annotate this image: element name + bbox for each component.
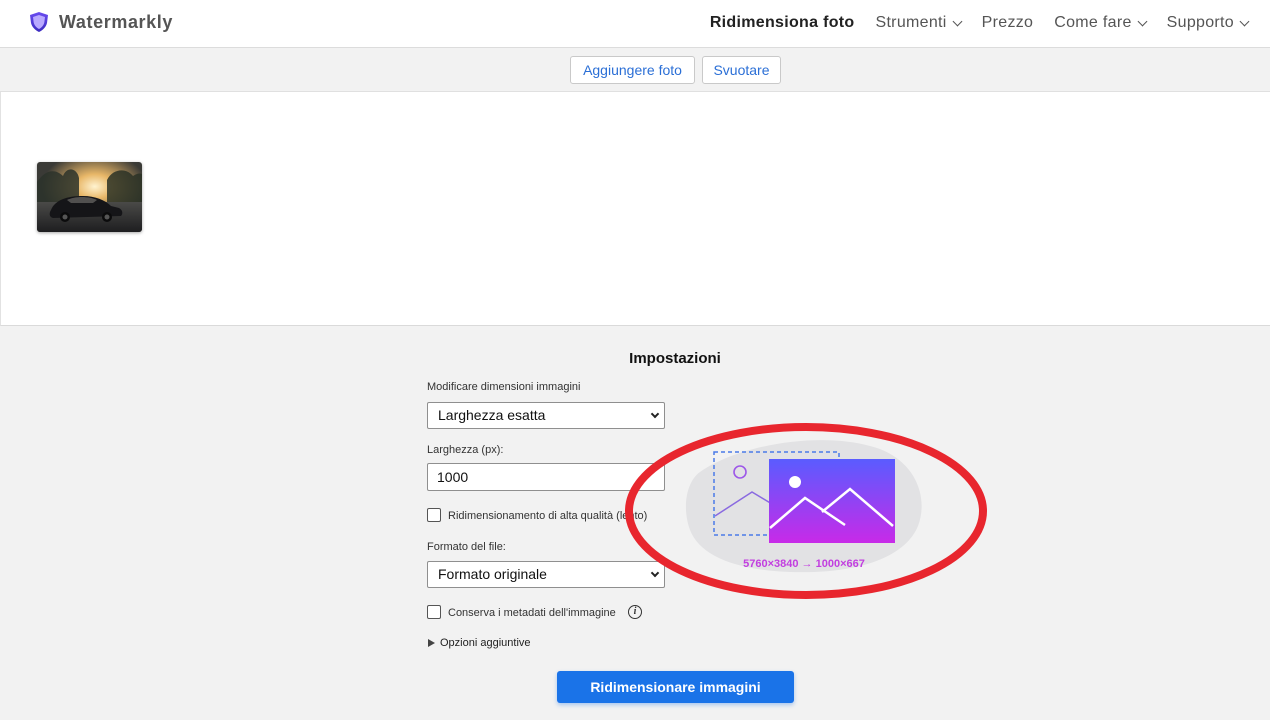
photo-toolbar: Aggiungere foto Svuotare: [0, 48, 1270, 92]
original-size-frame: [713, 451, 840, 536]
more-options-toggle[interactable]: Opzioni aggiuntive: [428, 637, 531, 649]
nav-tools-label: Strumenti: [875, 14, 947, 31]
resize-mode-value: Larghezza esatta: [438, 407, 546, 423]
file-format-select[interactable]: Formato originale: [427, 561, 665, 588]
chevron-down-icon: [1137, 16, 1148, 26]
high-quality-checkbox[interactable]: [427, 508, 441, 522]
resized-image-icon: [769, 459, 895, 543]
main-nav: Ridimensiona foto Strumenti Prezzo Come …: [689, 13, 1250, 33]
original-sun-icon: [733, 465, 747, 479]
resize-mode-select[interactable]: Larghezza esatta: [427, 402, 665, 429]
add-photo-button[interactable]: Aggiungere foto: [570, 56, 695, 84]
resized-sun-icon: [789, 476, 801, 488]
nav-support[interactable]: Supporto: [1166, 13, 1250, 33]
info-icon[interactable]: i: [628, 605, 642, 619]
original-mountain-icon: [714, 491, 773, 517]
resized-mountain-icon: [769, 487, 894, 529]
blob-background: [685, 440, 922, 573]
resize-mode-label: Modificare dimensioni immagini: [427, 381, 581, 393]
high-quality-label: Ridimensionamento di alta qualità (lento…: [448, 510, 648, 522]
settings-title: Impostazioni: [629, 350, 721, 367]
triangle-right-icon: [428, 639, 435, 647]
car-photo-image: [37, 162, 142, 232]
dimensions-text: 5760×3840 → 1000×667: [743, 558, 865, 570]
file-format-value: Formato originale: [438, 566, 547, 582]
shield-logo-icon: [30, 12, 48, 32]
nav-price-label: Prezzo: [981, 14, 1034, 31]
top-header: Watermarkly Ridimensiona foto Strumenti …: [0, 0, 1270, 48]
photo-list: [0, 92, 1270, 326]
keep-metadata-label: Conserva i metadati dell'immagine: [448, 607, 616, 619]
nav-resize-photo[interactable]: Ridimensiona foto: [710, 13, 855, 33]
brand-name: Watermarkly: [59, 12, 173, 32]
width-label: Larghezza (px):: [427, 444, 504, 456]
chevron-down-icon: [952, 16, 963, 26]
clear-button[interactable]: Svuotare: [702, 56, 781, 84]
nav-tools[interactable]: Strumenti: [875, 13, 963, 33]
chevron-down-icon: [650, 568, 660, 578]
resize-images-button[interactable]: Ridimensionare immagini: [557, 671, 794, 703]
nav-howto[interactable]: Come fare: [1054, 13, 1148, 33]
file-format-label: Formato del file:: [427, 541, 506, 553]
nav-resize-photo-label: Ridimensiona foto: [709, 14, 855, 31]
keep-metadata-checkbox[interactable]: [427, 605, 441, 619]
nav-support-label: Supporto: [1166, 14, 1234, 31]
nav-howto-label: Come fare: [1054, 14, 1132, 31]
width-input[interactable]: 1000: [427, 463, 665, 491]
logo[interactable]: Watermarkly: [30, 11, 173, 33]
more-options-label: Opzioni aggiuntive: [440, 637, 531, 649]
nav-price[interactable]: Prezzo: [982, 13, 1034, 33]
chevron-down-icon: [650, 409, 660, 419]
photo-thumbnail[interactable]: [37, 162, 142, 232]
chevron-down-icon: [1239, 16, 1250, 26]
